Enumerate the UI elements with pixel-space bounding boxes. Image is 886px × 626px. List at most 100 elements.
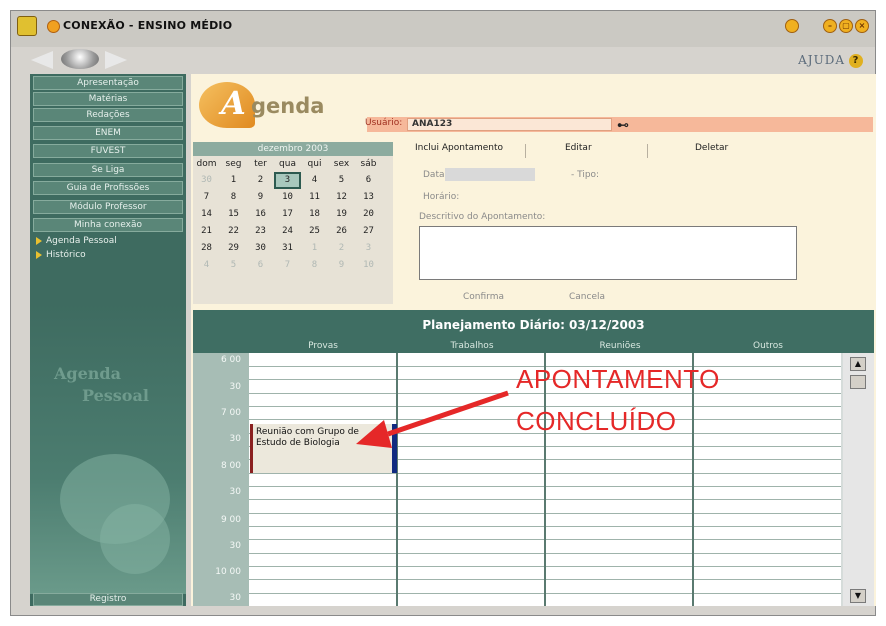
submenu-label: Histórico [46,250,86,260]
planner-scrollbar[interactable]: ▲ ▼ [843,353,874,606]
scroll-thumb[interactable] [850,375,866,389]
calendar-day[interactable]: 24 [274,223,301,240]
menu-item-enem[interactable]: ENEM [33,126,183,140]
day-header: qua [279,159,296,169]
data-field[interactable] [445,168,535,181]
pen-shape-icon [100,504,170,574]
calendar-day[interactable]: 19 [328,206,355,223]
tipo-field[interactable] [621,168,711,181]
calendar-day[interactable]: 30 [193,172,220,189]
calendar-day[interactable]: 31 [274,240,301,257]
time-label: 30 [229,434,241,444]
cancela-button[interactable]: Cancela [569,292,605,302]
calendar-day[interactable]: 3 [355,240,382,257]
agenda-logo-letter: A [221,84,246,122]
calendar-day[interactable]: 9 [247,189,274,206]
calendar-day[interactable]: 26 [328,223,355,240]
menu-item-modulo-professor[interactable]: Módulo Professor [33,200,183,214]
day-header: sex [333,159,350,169]
planner-title: Planejamento Diário: 03/12/2003 [193,310,874,340]
calendar-day[interactable]: 29 [220,240,247,257]
calendar-day[interactable]: 20 [355,206,382,223]
menu-item-fuvest[interactable]: FUVEST [33,144,183,158]
calendar-day[interactable]: 2 [247,172,274,189]
submenu-item-historico[interactable]: Histórico [36,250,86,260]
calendar-day[interactable]: 7 [274,257,301,274]
minimize-button[interactable]: – [823,19,837,33]
user-label: Usuário: [365,118,403,128]
calendar-day[interactable]: 9 [328,257,355,274]
calendar-day[interactable]: 5 [328,172,355,189]
calendar-day[interactable]: 8 [301,257,328,274]
planner-column-headers: Provas Trabalhos Reuniões Outros [193,340,874,353]
sidebar-art-word: Agenda [54,364,121,383]
calendar-month-label[interactable]: dezembro 2003 [193,142,393,156]
descritivo-textarea[interactable] [419,226,797,280]
appointment-block[interactable]: Reunião com Grupo de Estudo de Biologia [250,424,397,473]
calendar-day[interactable]: 18 [301,206,328,223]
calendar-day[interactable]: 6 [355,172,382,189]
daily-planner: Planejamento Diário: 03/12/2003 Provas T… [193,310,874,606]
calendar-day[interactable]: 10 [355,257,382,274]
calendar-day[interactable]: 16 [247,206,274,223]
sidebar-art-word: Pessoal [82,386,149,405]
time-label: 9 00 [220,515,241,525]
calendar-day[interactable]: 22 [220,223,247,240]
back-arrow-icon[interactable] [31,51,53,69]
time-label: 30 [229,487,241,497]
calendar-day[interactable]: 1 [220,172,247,189]
menu-item-redacoes[interactable]: Redações [33,108,183,122]
calendar-day[interactable]: 4 [301,172,328,189]
tab-deletar[interactable]: Deletar [695,143,728,153]
calendar-day[interactable]: 1 [301,240,328,257]
tab-editar[interactable]: Editar [565,143,592,153]
key-icon[interactable]: ⊷ [617,118,629,132]
user-bar: Usuário: ANA123 ⊷ [365,117,873,132]
calendar-day[interactable]: 10 [274,189,301,206]
menu-item-minha-conexao[interactable]: Minha conexão [33,218,183,232]
menu-item-se-liga[interactable]: Se Liga [33,163,183,177]
scroll-down-button[interactable]: ▼ [850,589,866,603]
menu-item-guia-profissoes[interactable]: Guia de Profissões [33,181,183,195]
appointment-tabs: Inclui Apontamento Editar Deletar [401,142,871,160]
calendar-day[interactable]: 6 [247,257,274,274]
calendar-day[interactable]: 15 [220,206,247,223]
calendar-day[interactable]: 28 [193,240,220,257]
help-link[interactable]: AJUDA? [798,53,863,68]
tab-inclui-apontamento[interactable]: Inclui Apontamento [415,143,503,153]
calendar-day[interactable]: 7 [193,189,220,206]
calendar-day[interactable]: 8 [220,189,247,206]
time-label: 30 [229,382,241,392]
time-label: 7 00 [220,408,241,418]
registro-button[interactable]: Registro [33,593,183,606]
calendar-day[interactable]: 13 [355,189,382,206]
maximize-button[interactable]: ▢ [839,19,853,33]
calendar-day[interactable]: 11 [301,189,328,206]
confirma-button[interactable]: Confirma [463,292,504,302]
calendar-week: 14 15 16 17 18 19 20 [193,206,393,223]
calendar-day[interactable]: 5 [220,257,247,274]
time-column: 6 00 30 7 00 30 8 00 30 9 00 30 10 00 30 [193,353,249,606]
calendar-day[interactable]: 17 [274,206,301,223]
submenu-item-agenda-pessoal[interactable]: Agenda Pessoal [36,236,117,246]
calendar-day[interactable]: 2 [328,240,355,257]
bullet-triangle-icon [36,250,42,259]
calendar-day[interactable]: 14 [193,206,220,223]
app-icon [17,16,37,36]
calendar-day[interactable]: 27 [355,223,382,240]
calendar-day[interactable]: 30 [247,240,274,257]
calendar-day-selected[interactable]: 3 [274,172,301,189]
close-button[interactable]: × [855,19,869,33]
forward-arrow-icon[interactable] [105,51,127,69]
calendar-day[interactable]: 12 [328,189,355,206]
calendar-day[interactable]: 21 [193,223,220,240]
menu-item-apresentacao[interactable]: Apresentação [33,76,183,90]
navigation-bar [31,49,171,69]
home-orb-icon[interactable] [61,49,99,69]
calendar-day[interactable]: 4 [193,257,220,274]
calendar-day[interactable]: 25 [301,223,328,240]
scroll-up-button[interactable]: ▲ [850,357,866,371]
calendar-day[interactable]: 23 [247,223,274,240]
menu-item-materias[interactable]: Matérias [33,92,183,106]
calendar-week: 30 1 2 3 4 5 6 [193,172,393,189]
